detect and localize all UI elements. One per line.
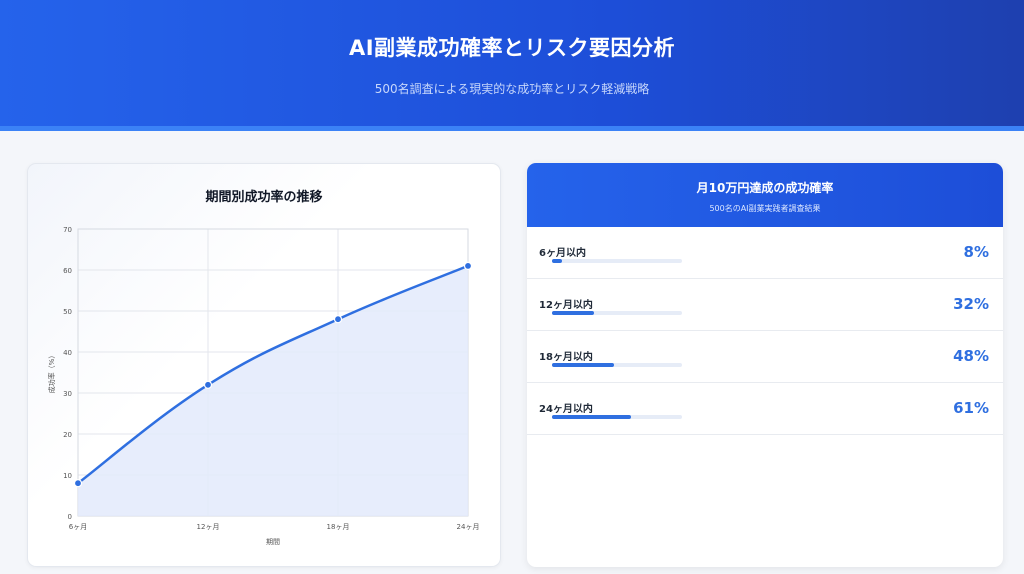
- data-point: [463, 261, 473, 271]
- progress-fill: [552, 311, 594, 315]
- rate-row: 6ヶ月以内 8%: [527, 227, 1003, 279]
- rate-row-label: 24ヶ月以内: [539, 404, 593, 415]
- page-subtitle: 500名調査による現実的な成功率とリスク軽減戦略: [374, 82, 650, 96]
- progress-track: [552, 259, 682, 263]
- line-chart: 0 10 20 30 40 50 60 70 6ヶ月 12ヶ月 18ヶ月 24ヶ月期間 成功率（%）: [47, 226, 480, 546]
- rate-row-value: 61%: [953, 399, 989, 417]
- y-tick-label: 40: [63, 349, 72, 357]
- rate-row: 18ヶ月以内 48%: [527, 331, 1003, 383]
- rate-row: 12ヶ月以内 32%: [527, 279, 1003, 331]
- y-tick-label: 20: [63, 431, 72, 439]
- rate-row-label: 18ヶ月以内: [539, 352, 593, 363]
- progress-track: [552, 363, 682, 367]
- data-point: [73, 479, 83, 488]
- success-rate-panel: 月10万円達成の成功確率 500名のAI副業実践者調査結果 6ヶ月以内 8% 1…: [527, 163, 1003, 567]
- y-tick-label: 30: [63, 390, 72, 398]
- y-tick-label: 70: [63, 226, 72, 234]
- x-tick-label: 12ヶ月: [197, 523, 220, 531]
- rate-row-value: 8%: [963, 243, 989, 261]
- x-axis-title: 期間: [266, 538, 280, 546]
- rate-row-value: 48%: [953, 347, 989, 365]
- rate-row-label: 6ヶ月以内: [539, 248, 586, 259]
- series-area: [78, 265, 468, 516]
- y-tick-label: 0: [68, 513, 72, 521]
- y-tick-label: 50: [63, 308, 72, 316]
- progress-fill: [552, 415, 632, 419]
- rate-row: 24ヶ月以内 61%: [527, 383, 1003, 435]
- panel-header: 月10万円達成の成功確率 500名のAI副業実践者調査結果: [527, 163, 1003, 227]
- panel-title: 月10万円達成の成功確率: [696, 181, 834, 195]
- y-tick-label: 60: [63, 267, 72, 275]
- chart-card: 期間別成功率の推移 0 10 20 30 40 50 60 70 6ヶ月 12ヶ月 18ヶ月 24ヶ月…: [27, 163, 501, 567]
- progress-track: [552, 415, 682, 419]
- x-tick-label: 6ヶ月: [69, 523, 87, 531]
- y-axis-title: 成功率（%）: [47, 352, 56, 394]
- panel-subtitle: 500名のAI副業実践者調査結果: [709, 204, 821, 213]
- page-title: AI副業成功確率とリスク要因分析: [348, 36, 676, 60]
- rate-row-label: 12ヶ月以内: [539, 300, 593, 311]
- x-tick-label: 24ヶ月: [457, 523, 480, 531]
- data-point: [333, 315, 343, 324]
- page-header: AI副業成功確率とリスク要因分析 500名調査による現実的な成功率とリスク軽減戦…: [0, 0, 1024, 131]
- y-tick-label: 10: [63, 472, 72, 480]
- progress-track: [552, 311, 682, 315]
- rate-row-value: 32%: [953, 295, 989, 313]
- progress-fill: [552, 363, 615, 367]
- progress-fill: [552, 259, 563, 263]
- x-tick-label: 18ヶ月: [327, 523, 350, 531]
- data-point: [203, 380, 213, 389]
